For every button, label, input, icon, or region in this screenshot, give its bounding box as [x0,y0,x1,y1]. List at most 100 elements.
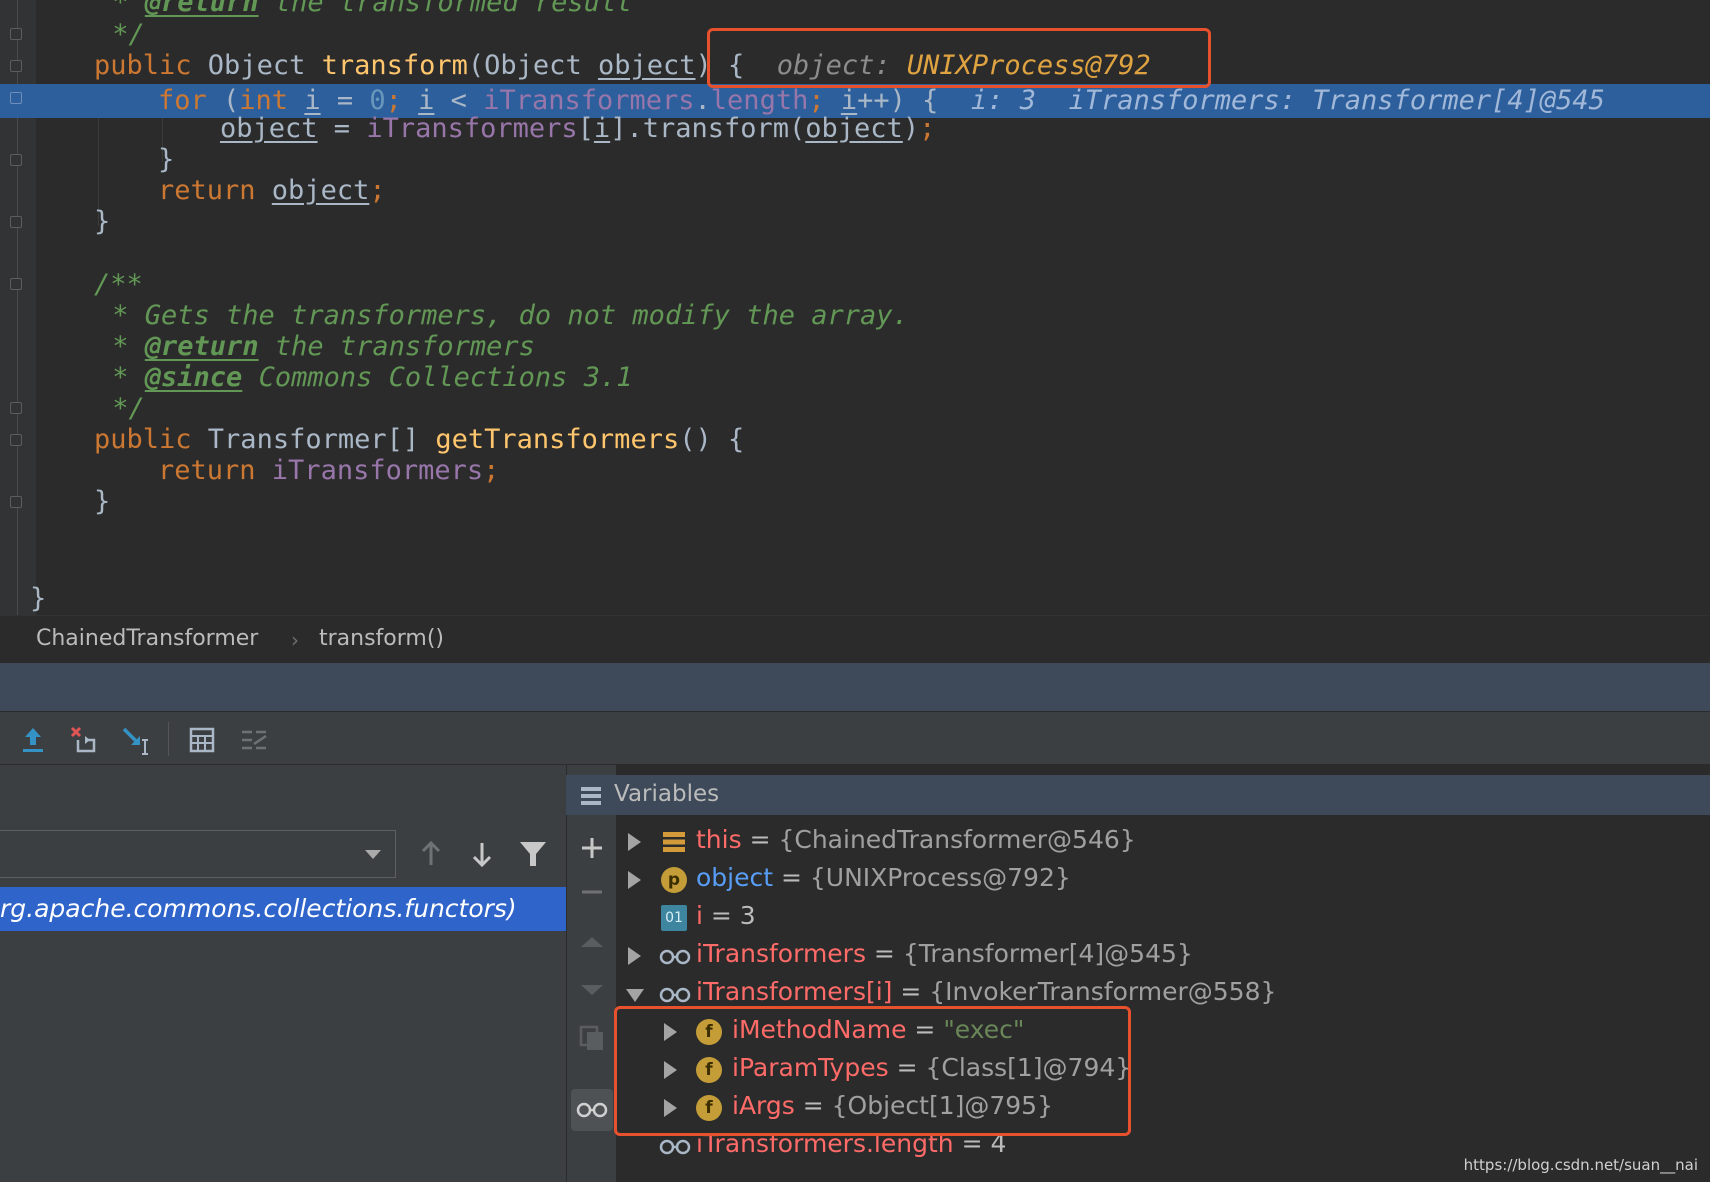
filter-icon[interactable] [516,837,550,871]
code-line[interactable]: /** [94,268,143,302]
variable-name: i [593,113,611,144]
variable-text: iTransformers[i] = {InvokerTransformer@5… [696,977,1276,1006]
code-text: (Object [467,50,598,81]
trace-stream-icon[interactable] [238,724,270,756]
fold-marker-icon[interactable] [10,92,22,104]
watch-glasses-icon [576,1102,608,1118]
code-line[interactable]: * @since Commons Collections 3.1 [96,361,632,395]
javadoc-tag: @since [144,362,243,393]
variables-header: Variables [566,775,1710,815]
frame-label: rg.apache.commons.collections.functors) [0,894,517,923]
code-line[interactable]: */ [96,392,145,426]
variable-value: {UNIXProcess@792} [809,863,1071,892]
step-out-icon[interactable] [17,724,49,756]
variable-text: iTransformers = {Transformer[4]@545} [696,939,1193,968]
variable-text: i = 3 [696,901,756,930]
fold-marker-icon[interactable] [10,28,22,40]
variables-side-toolbar [566,765,616,1182]
drop-frame-icon[interactable] [68,724,100,756]
equals-sign: = [741,825,779,854]
parameter-name: object [597,50,696,81]
fold-marker-icon[interactable] [10,278,22,290]
move-down-icon[interactable] [577,975,607,1005]
equals-sign: = [702,901,740,930]
evaluate-expression-icon[interactable] [186,724,218,756]
breadcrumb-class[interactable]: ChainedTransformer [36,626,258,651]
code-line[interactable]: } [30,582,46,615]
code-text: } [94,206,111,237]
variable-name: iTransformers [696,939,866,968]
fold-marker-icon[interactable] [10,216,22,228]
code-line[interactable]: return object; [158,174,386,208]
expand-arrow-icon[interactable] [628,833,641,851]
variable-name: object [271,175,370,206]
code-line[interactable]: public Transformer[] getTransformers() { [94,423,744,457]
variable-value: {InvokerTransformer@558} [929,977,1277,1006]
add-watch-icon[interactable] [577,833,607,863]
code-line[interactable]: } [94,485,110,519]
breadcrumb-method[interactable]: transform() [319,626,444,651]
variable-value: 3 [739,901,756,930]
show-watches-toggle[interactable] [571,1089,613,1131]
variable-row-this[interactable]: this = {ChainedTransformer@546} [616,823,1710,859]
frames-panel: rg.apache.commons.collections.functors) [0,765,566,1182]
code-text: } [94,486,111,517]
variable-row-itransformers[interactable]: iTransformers = {Transformer[4]@545} [616,937,1710,973]
keyword: return [158,455,272,486]
keyword: ; [919,113,936,144]
fold-marker-icon[interactable] [10,434,22,446]
fold-marker-icon[interactable] [10,60,22,72]
primitive-icon: 01 [661,905,687,931]
remove-watch-icon[interactable] [577,877,607,907]
collapse-arrow-icon[interactable] [626,989,644,1002]
method-name: transform [321,50,468,81]
field-name: iTransformers [271,455,484,486]
inline-value: i: 3 iTransformers: Transformer[4]@545 [970,85,1605,116]
expand-arrow-icon[interactable] [628,947,641,965]
code-line[interactable]: * Gets the transformers, do not modify t… [96,299,909,333]
move-up-icon[interactable] [577,927,607,957]
variable-name: iTransformers[i] [696,977,893,1006]
variable-row-object[interactable]: p object = {UNIXProcess@792} [616,861,1710,897]
type-name: Object [207,50,322,81]
variable-row-i[interactable]: 01 i = 3 [616,899,1710,935]
keyword: ; [483,455,500,486]
stack-icon [663,832,685,852]
doc-comment: */ [96,393,145,424]
code-line[interactable]: } [94,205,110,239]
breadcrumb-separator-icon: › [291,628,299,652]
keyword: return [158,175,272,206]
code-line[interactable]: } [158,143,174,177]
run-to-cursor-icon[interactable] [120,724,152,756]
copy-icon[interactable] [577,1023,607,1053]
expand-arrow-icon[interactable] [628,871,641,889]
variable-name: object [696,863,774,892]
thread-selector[interactable] [0,830,396,878]
equals-sign: = [892,977,930,1006]
fold-marker-icon[interactable] [10,154,22,166]
code-line[interactable]: return iTransformers; [158,454,499,488]
chevron-down-icon[interactable] [365,850,381,859]
variable-name: this [696,825,742,854]
doc-comment: * [96,362,145,393]
variable-value: {ChainedTransformer@546} [778,825,1136,854]
variables-title: Variables [614,781,720,807]
code-editor[interactable]: * @return the transformed result */ publ… [0,0,1710,615]
code-line[interactable]: */ [96,18,145,52]
variable-text: this = {ChainedTransformer@546} [696,825,1136,854]
breadcrumb: ChainedTransformer › transform() [0,615,1710,663]
debug-toolbar [0,711,1710,765]
doc-comment: * [96,331,145,362]
fold-marker-icon[interactable] [10,402,22,414]
code-line[interactable]: object = iTransformers[i].transform(obje… [220,112,935,146]
variable-name: i [696,901,703,930]
keyword: ; [369,175,386,206]
code-text: ].transform( [610,113,806,144]
arrow-up-icon[interactable] [414,837,448,871]
code-line[interactable]: * @return the transformed result [96,0,632,20]
code-line[interactable]: * @return the transformers [96,330,535,364]
doc-comment: Commons Collections 3.1 [242,362,633,393]
arrow-down-icon[interactable] [465,837,499,871]
fold-marker-icon[interactable] [10,496,22,508]
frame-list-item[interactable]: rg.apache.commons.collections.functors) [0,887,566,931]
